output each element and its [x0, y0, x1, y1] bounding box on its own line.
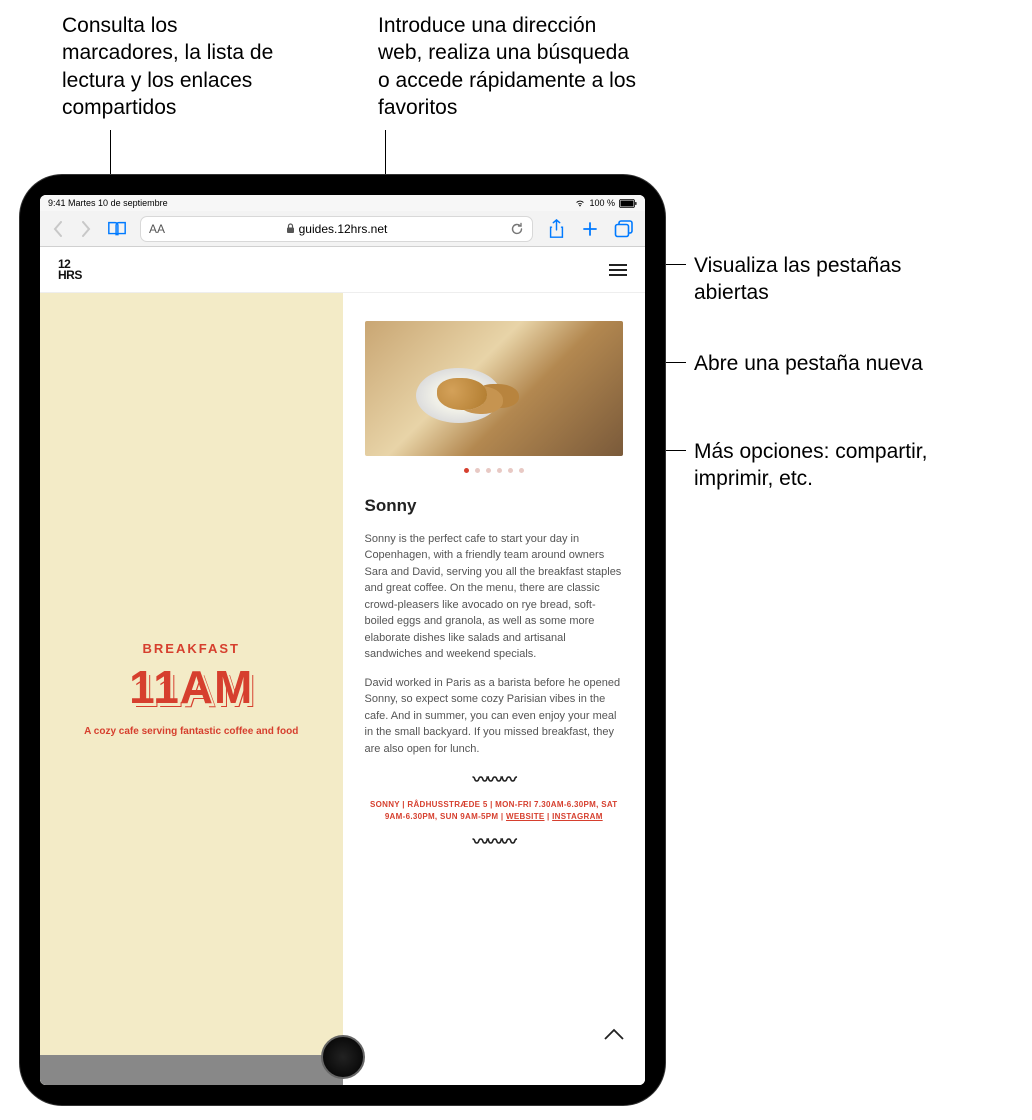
back-button[interactable]	[46, 217, 70, 241]
scroll-up-button[interactable]	[603, 1027, 625, 1041]
status-date: Martes 10 de septiembre	[68, 198, 168, 208]
share-button[interactable]	[541, 214, 571, 244]
reload-button[interactable]	[510, 222, 524, 236]
bookmarks-button[interactable]	[102, 214, 132, 244]
instagram-link[interactable]: INSTAGRAM	[552, 812, 603, 821]
site-header: 12 HRS	[40, 247, 645, 293]
status-time: 9:41	[48, 198, 66, 208]
status-bar: 9:41 Martes 10 de septiembre 100 %	[40, 195, 645, 211]
page-body: BREAKFAST 11AM A cozy cafe serving fanta…	[40, 293, 645, 1085]
site-logo[interactable]: 12 HRS	[58, 259, 82, 279]
article-p1: Sonny is the perfect cafe to start your …	[365, 531, 624, 663]
wave-divider-icon: 〰〰〰	[365, 831, 624, 855]
callout-share: Más opciones: compartir, imprimir, etc.	[694, 438, 974, 493]
carousel-dots[interactable]	[365, 468, 624, 473]
hero-label: BREAKFAST	[143, 641, 240, 656]
wave-divider-icon: 〰〰〰	[365, 769, 624, 793]
article-title: Sonny	[365, 493, 624, 519]
venue-info: SONNY | RÅDHUSSTRÆDE 5 | MON-FRI 7.30AM-…	[365, 799, 624, 823]
website-link[interactable]: WEBSITE	[506, 812, 545, 821]
reader-aa-button[interactable]: AA	[149, 222, 165, 236]
logo-line2: HRS	[58, 270, 82, 280]
url-text: guides.12hrs.net	[299, 222, 388, 236]
hero-subtitle: A cozy cafe serving fantastic coffee and…	[84, 726, 298, 737]
article-panel: Sonny Sonny is the perfect cafe to start…	[343, 293, 646, 1085]
callout-bookmarks: Consulta los marcadores, la lista de lec…	[62, 12, 292, 121]
tabs-button[interactable]	[609, 214, 639, 244]
dot-icon[interactable]	[497, 468, 502, 473]
url-field[interactable]: AA guides.12hrs.net	[140, 216, 533, 242]
battery-percent: 100 %	[589, 198, 615, 208]
new-tab-button[interactable]	[575, 214, 605, 244]
callout-tabs: Visualiza las pestañas abiertas	[694, 252, 974, 307]
dot-icon[interactable]	[519, 468, 524, 473]
web-page: 12 HRS BREAKFAST 11AM A cozy cafe servin…	[40, 247, 645, 1085]
safari-toolbar: AA guides.12hrs.net	[40, 211, 645, 247]
hero-panel: BREAKFAST 11AM A cozy cafe serving fanta…	[40, 293, 343, 1085]
hero-bottom-strip	[40, 1055, 343, 1085]
dot-icon[interactable]	[486, 468, 491, 473]
status-right: 100 %	[575, 198, 637, 208]
dot-icon[interactable]	[464, 468, 469, 473]
battery-icon	[619, 199, 637, 208]
dot-icon[interactable]	[508, 468, 513, 473]
venue-info-line2: 9AM-6.30PM, SUN 9AM-5PM | WEBSITE | INST…	[365, 811, 624, 823]
wifi-icon	[575, 199, 585, 207]
ipad-device-frame: 9:41 Martes 10 de septiembre 100 %	[20, 175, 665, 1105]
article-photo	[365, 321, 624, 456]
callout-url: Introduce una dirección web, realiza una…	[378, 12, 638, 121]
dot-icon[interactable]	[475, 468, 480, 473]
hero-time: 11AM	[129, 664, 253, 710]
callout-newtab: Abre una pestaña nueva	[694, 350, 974, 377]
forward-button[interactable]	[74, 217, 98, 241]
ipad-screen-area: 9:41 Martes 10 de septiembre 100 %	[40, 195, 645, 1085]
venue-info-line1: SONNY | RÅDHUSSTRÆDE 5 | MON-FRI 7.30AM-…	[365, 799, 624, 811]
menu-button[interactable]	[609, 264, 627, 276]
lock-icon	[286, 223, 295, 234]
article-p2: David worked in Paris as a barista befor…	[365, 675, 624, 758]
status-left: 9:41 Martes 10 de septiembre	[48, 198, 168, 208]
